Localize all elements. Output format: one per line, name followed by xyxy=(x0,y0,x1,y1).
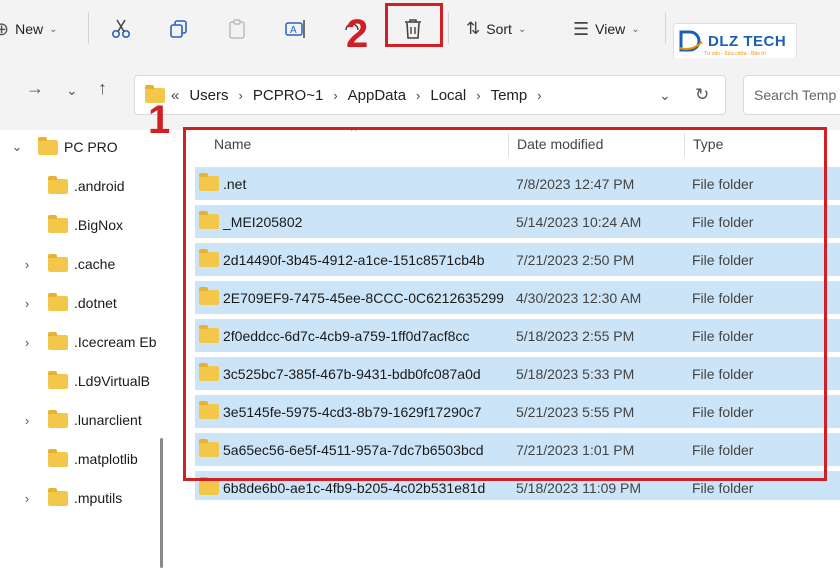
address-bar[interactable]: « Users › PCPRO~1 › AppData › Local › Te… xyxy=(134,75,726,115)
chevron-down-icon: ⌄ xyxy=(631,23,640,35)
sidebar-item-label: .Ld9VirtualB xyxy=(74,373,151,389)
selection-highlight-box xyxy=(183,127,827,481)
toolbar-divider xyxy=(665,12,666,44)
crumb-appdata[interactable]: AppData xyxy=(348,87,406,104)
folder-icon xyxy=(48,370,68,389)
search-placeholder: Search Temp xyxy=(754,87,837,103)
delete-highlight-box xyxy=(385,3,443,47)
crumb-local[interactable]: Local xyxy=(430,87,466,104)
file-name: 6b8de6b0-ae1c-4fb9-b205-4c02b531e81d xyxy=(223,479,486,496)
folder-icon xyxy=(38,136,58,155)
sidebar-item-android[interactable]: .android xyxy=(20,169,125,203)
rename-button[interactable]: A xyxy=(284,14,308,44)
sidebar-item-mputils[interactable]: › .mputils xyxy=(20,481,122,515)
navigation-bar: → ⌄ ↑ « Users › PCPRO~1 › AppData › Loca… xyxy=(0,58,840,130)
view-list-icon: ☰ xyxy=(573,18,590,39)
chevron-right-icon[interactable]: › xyxy=(333,88,337,103)
folder-icon xyxy=(48,175,68,194)
toolbar-divider xyxy=(88,12,89,44)
crumb-pcpro[interactable]: PCPRO~1 xyxy=(253,87,323,104)
sidebar-item-label: .BigNox xyxy=(74,217,124,233)
chevron-right-icon[interactable]: › xyxy=(20,335,34,350)
logo-text: DLZ TECH xyxy=(708,32,787,50)
folder-icon xyxy=(48,448,68,467)
dlz-tech-logo: DLZ TECH Tư vấn - Sửa chữa - Bảo trì xyxy=(673,23,797,59)
chevron-right-icon[interactable]: › xyxy=(20,257,34,272)
plus-icon: ⊕ xyxy=(0,18,10,39)
sidebar-item-label: .cache xyxy=(74,256,116,272)
folder-icon xyxy=(48,253,68,272)
view-button[interactable]: ☰ View ⌄ xyxy=(573,14,640,44)
back-arrow-icon[interactable]: → xyxy=(26,78,44,99)
copy-button[interactable] xyxy=(168,14,190,44)
sidebar-item-icecream[interactable]: › .Icecream Eb xyxy=(20,325,156,359)
chevron-right-icon[interactable]: › xyxy=(416,88,420,103)
sidebar-item-label: .Icecream Eb xyxy=(74,334,157,350)
chevron-right-icon[interactable]: › xyxy=(20,491,34,506)
chevron-right-icon[interactable]: › xyxy=(20,413,34,428)
folder-icon xyxy=(199,477,219,495)
file-type: File folder xyxy=(692,479,754,496)
folder-icon xyxy=(48,214,68,233)
breadcrumb: Users › PCPRO~1 › AppData › Local › Temp… xyxy=(189,87,551,104)
sidebar-item-label: .lunarclient xyxy=(74,412,142,428)
logo-subtext: Tư vấn - Sửa chữa - Bảo trì xyxy=(704,51,766,57)
paste-button[interactable] xyxy=(226,14,248,44)
chevron-down-icon: ⌄ xyxy=(517,23,527,35)
sort-button[interactable]: ⇅ Sort ⌄ xyxy=(466,14,526,44)
folder-icon xyxy=(48,409,68,428)
chevron-right-icon[interactable]: › xyxy=(239,88,243,103)
chevron-down-icon: ⌄ xyxy=(49,23,58,35)
refresh-icon[interactable]: ↻ xyxy=(695,85,709,105)
address-dropdown-icon[interactable]: ⌄ xyxy=(659,87,671,104)
sidebar-item-pc-pro[interactable]: ⌄ PC PRO xyxy=(10,130,118,164)
sidebar-item-dotnet[interactable]: › .dotnet xyxy=(20,286,117,320)
crumb-temp[interactable]: Temp xyxy=(491,87,528,104)
sidebar-item-label: .dotnet xyxy=(74,295,117,311)
chevron-down-icon[interactable]: ⌄ xyxy=(10,139,24,155)
svg-text:A: A xyxy=(290,25,297,36)
file-date: 5/18/2023 11:09 PM xyxy=(516,479,642,496)
cut-button[interactable] xyxy=(110,14,132,44)
folder-icon xyxy=(48,331,68,350)
rename-icon: A xyxy=(285,20,305,38)
toolbar-divider xyxy=(448,12,449,44)
folder-icon xyxy=(48,487,68,506)
view-label: View xyxy=(595,21,626,37)
folder-icon xyxy=(48,292,68,311)
new-label: New xyxy=(15,21,44,37)
clipboard-icon xyxy=(229,19,245,39)
recent-dropdown-icon[interactable]: ⌄ xyxy=(66,82,78,99)
search-box[interactable]: Search Temp xyxy=(743,75,840,115)
crumb-overflow[interactable]: « xyxy=(171,87,179,104)
new-button[interactable]: ⊕ New ⌄ xyxy=(0,14,58,44)
chevron-right-icon[interactable]: › xyxy=(537,88,541,103)
sidebar-item-bignox[interactable]: .BigNox xyxy=(20,208,123,242)
copy-icon xyxy=(170,20,187,38)
scissors-icon xyxy=(111,19,131,39)
sidebar-item-label: .mputils xyxy=(74,490,123,506)
step-1-label: 1 xyxy=(148,98,171,142)
sort-label: Sort xyxy=(486,21,512,37)
sidebar-item-cache[interactable]: › .cache xyxy=(20,247,115,281)
sidebar-item-ld9virtual[interactable]: .Ld9VirtualB xyxy=(20,364,150,398)
sidebar-item-label: .matplotlib xyxy=(74,451,138,467)
chevron-right-icon[interactable]: › xyxy=(20,296,34,311)
up-arrow-icon[interactable]: ↑ xyxy=(98,78,107,99)
chevron-right-icon[interactable]: › xyxy=(476,88,480,103)
navigation-pane: ⌄ PC PRO .android .BigNox › .cache › .do… xyxy=(0,130,163,568)
sidebar-item-label: PC PRO xyxy=(64,139,118,155)
crumb-users[interactable]: Users xyxy=(189,87,228,104)
sidebar-item-matplotlib[interactable]: .matplotlib xyxy=(20,442,138,476)
logo-mark-icon xyxy=(679,30,703,52)
sort-icon: ⇅ xyxy=(466,19,481,38)
sidebar-item-lunarclient[interactable]: › .lunarclient xyxy=(20,403,142,437)
step-2-label: 2 xyxy=(346,12,369,56)
sidebar-item-label: .android xyxy=(74,178,125,194)
